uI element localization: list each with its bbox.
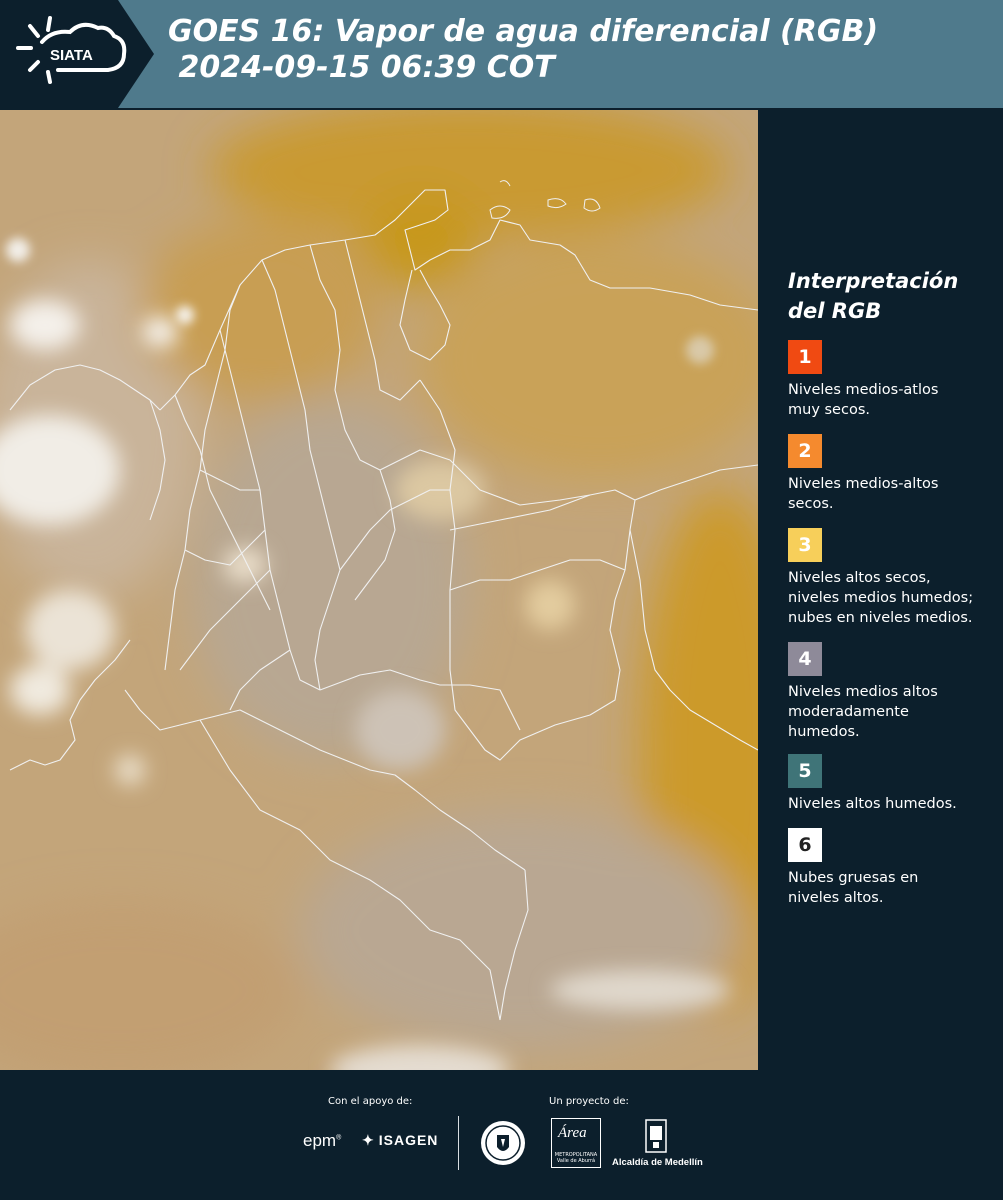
legend-text-6: Nubes gruesas en niveles altos. bbox=[788, 870, 919, 906]
legend-text-4: Niveles medios altos moderadamente humedos… bbox=[788, 684, 938, 740]
alcaldia-label: Alcaldía de Medellín bbox=[612, 1157, 703, 1168]
legend-text-2: Niveles medios-altos secos. bbox=[788, 476, 939, 512]
legend-item-6: 6 Nubes gruesas en niveles altos. bbox=[788, 828, 1003, 908]
legend-item-4: 4 Niveles medios altos moderadamente humed… bbox=[788, 642, 1003, 742]
area-metropolitana-logo: Área METROPOLITANA Valle de Aburrá bbox=[551, 1118, 601, 1168]
page-title: GOES 16: Vapor de agua diferencial (RGB)… bbox=[168, 14, 878, 86]
siata-logo-text: SIATA bbox=[50, 47, 93, 64]
legend-title-line-1: Interpretación bbox=[788, 269, 959, 293]
alcaldia-shield-icon bbox=[645, 1119, 667, 1153]
legend-text-3: Niveles altos secos, niveles medios humed… bbox=[788, 570, 974, 626]
legend-swatch-5: 5 bbox=[788, 754, 822, 788]
legend-swatch-3: 3 bbox=[788, 528, 822, 562]
legend-item-2: 2 Niveles medios-altos secos. bbox=[788, 434, 1003, 514]
siata-logo: SIATA bbox=[16, 16, 127, 84]
legend-item-3: 3 Niveles altos secos, niveles medios hum… bbox=[788, 528, 1003, 628]
footer: Con el apoyo de: Un proyecto de: epm® ✦ I… bbox=[0, 1070, 1003, 1200]
legend-swatch-1: 1 bbox=[788, 340, 822, 374]
isagen-logo: ✦ ISAGEN bbox=[362, 1132, 439, 1148]
legend-swatch-2: 2 bbox=[788, 434, 822, 468]
legend-text-5: Niveles altos humedos. bbox=[788, 796, 957, 812]
project-label: Un proyecto de: bbox=[549, 1096, 629, 1107]
legend-item-5: 5 Niveles altos humedos. bbox=[788, 754, 1003, 814]
rgb-legend: Interpretación del RGB 1 Niveles medios-… bbox=[788, 266, 1003, 906]
satellite-image bbox=[0, 110, 758, 1070]
amva-logo-text: Área bbox=[558, 1125, 587, 1141]
title-line-1: GOES 16: Vapor de agua diferencial (RGB) bbox=[168, 14, 879, 49]
isagen-mark-icon: ✦ bbox=[362, 1132, 375, 1148]
header: SIATA GOES 16: Vapor de agua diferencial… bbox=[0, 0, 1003, 110]
satellite-map-svg bbox=[0, 110, 758, 1070]
legend-swatch-4: 4 bbox=[788, 642, 822, 676]
legend-text-1: Niveles medios-atlos muy secos. bbox=[788, 382, 939, 418]
legend-item-1: 1 Niveles medios-atlos muy secos. bbox=[788, 340, 1003, 420]
support-label: Con el apoyo de: bbox=[328, 1096, 413, 1107]
medellin-seal-icon bbox=[481, 1121, 525, 1165]
epm-logo: epm® bbox=[303, 1131, 342, 1150]
footer-divider bbox=[458, 1116, 459, 1170]
legend-title: Interpretación del RGB bbox=[788, 266, 1003, 326]
legend-swatch-6: 6 bbox=[788, 828, 822, 862]
legend-title-line-2: del RGB bbox=[788, 299, 882, 323]
title-line-2: 2024-09-15 06:39 COT bbox=[168, 50, 555, 85]
